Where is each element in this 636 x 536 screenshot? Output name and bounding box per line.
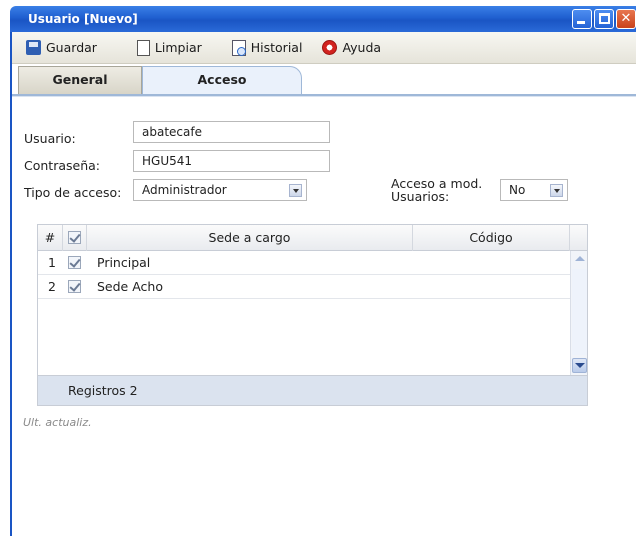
help-button[interactable]: Ayuda xyxy=(314,40,393,55)
tab-general[interactable]: General xyxy=(18,66,142,94)
row-number: 2 xyxy=(48,279,56,294)
grid-scrollbar[interactable] xyxy=(570,251,587,375)
clear-label: Limpiar xyxy=(154,40,202,55)
acceso-mod-select[interactable]: No xyxy=(500,179,568,201)
save-button[interactable]: Guardar xyxy=(12,40,109,55)
records-count: Registros 2 xyxy=(68,383,138,398)
tipo-acceso-label: Tipo de acceso: xyxy=(24,185,122,200)
scroll-down-icon[interactable] xyxy=(572,358,587,373)
acceso-mod-label: Acceso a mod. Usuarios: xyxy=(391,177,482,203)
grid-header-sede[interactable]: Sede a cargo xyxy=(87,225,413,251)
row-checkbox[interactable] xyxy=(68,280,81,293)
row-checkbox[interactable] xyxy=(68,256,81,269)
grid-header: # Sede a cargo Código xyxy=(38,225,587,251)
table-row[interactable]: 1 Principal xyxy=(38,251,570,275)
history-button[interactable]: Historial xyxy=(214,39,315,56)
acceso-mod-value: No xyxy=(509,183,526,197)
maximize-button[interactable] xyxy=(594,9,614,29)
tipo-acceso-select[interactable]: Administrador xyxy=(133,179,307,201)
scroll-up-icon[interactable] xyxy=(572,252,587,267)
tab-acceso[interactable]: Acceso xyxy=(142,66,302,94)
password-input[interactable]: HGU541 xyxy=(133,150,330,172)
help-label: Ayuda xyxy=(342,40,382,55)
window-title: Usuario [Nuevo] xyxy=(28,12,138,26)
sedes-grid: # Sede a cargo Código 1 Principal 2 Sede… xyxy=(37,224,588,406)
maximize-icon xyxy=(599,13,610,24)
history-label: Historial xyxy=(250,40,303,55)
window-titlebar: Usuario [Nuevo] ✕ xyxy=(10,6,636,32)
window-controls: ✕ xyxy=(572,9,636,29)
scroll-thumb[interactable] xyxy=(572,269,587,355)
floppy-disk-icon xyxy=(26,40,41,55)
chevron-down-icon xyxy=(289,184,302,197)
save-label: Guardar xyxy=(46,40,97,55)
lifebuoy-icon xyxy=(322,40,338,55)
tipo-acceso-value: Administrador xyxy=(142,183,227,197)
history-icon xyxy=(231,39,246,56)
grid-footer: Registros 2 xyxy=(38,375,587,405)
tab-strip: General Acceso xyxy=(12,64,636,96)
row-number: 1 xyxy=(48,255,56,270)
minimize-icon xyxy=(577,21,585,24)
grid-header-num: # xyxy=(38,225,63,251)
acceso-mod-label-line2: Usuarios: xyxy=(391,189,450,204)
clear-button[interactable]: Limpiar xyxy=(109,39,214,56)
usuario-input[interactable]: abatecafe xyxy=(133,121,330,143)
close-button[interactable]: ✕ xyxy=(616,9,636,29)
last-update-text: Ult. actualiz. xyxy=(23,416,92,429)
blank-page-icon xyxy=(136,39,150,56)
grid-header-codigo[interactable]: Código xyxy=(413,225,570,251)
grid-header-select-all[interactable] xyxy=(63,225,87,251)
usuario-label: Usuario: xyxy=(24,131,76,146)
password-label: Contraseña: xyxy=(24,158,100,173)
row-sede: Principal xyxy=(97,255,151,270)
minimize-button[interactable] xyxy=(572,9,592,29)
row-sede: Sede Acho xyxy=(97,279,163,294)
toolbar: Guardar Limpiar Historial Ayuda xyxy=(12,32,636,64)
table-row[interactable]: 2 Sede Acho xyxy=(38,275,570,299)
checkbox-icon xyxy=(68,231,81,244)
close-icon: ✕ xyxy=(620,11,632,26)
chevron-down-icon xyxy=(550,184,563,197)
